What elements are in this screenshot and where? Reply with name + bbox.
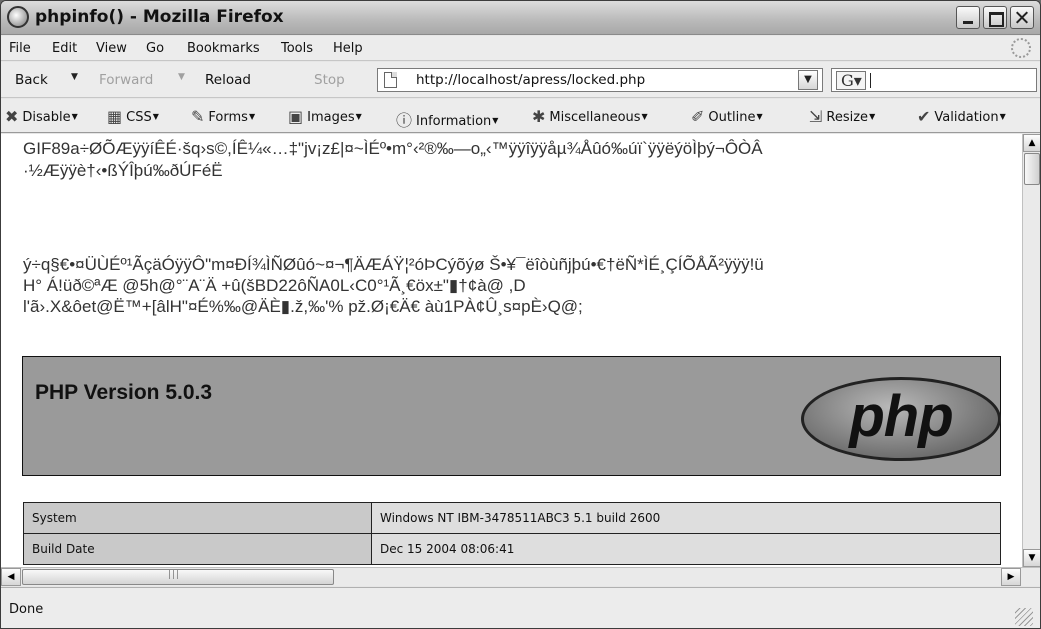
back-button[interactable]: Back — [15, 72, 48, 88]
table-key: Build Date — [23, 533, 372, 565]
reload-button[interactable]: Reload — [205, 72, 251, 88]
vertical-scrollbar[interactable]: ▲ ▼ — [1022, 134, 1040, 567]
forward-dropdown-icon[interactable]: ▼ — [178, 72, 185, 82]
images-icon: ▣ — [288, 107, 304, 126]
table-row: Build Date Dec 15 2004 08:06:41 — [23, 533, 1001, 565]
css-icon: ▦ — [107, 107, 123, 126]
table-key: System — [23, 502, 372, 534]
back-dropdown-icon[interactable]: ▼ — [71, 72, 78, 82]
text-cursor — [870, 73, 871, 88]
menu-view[interactable]: View — [96, 41, 127, 56]
devbar-validation-label: Validation — [934, 110, 999, 125]
page-icon — [384, 72, 397, 88]
php-logo: php — [801, 377, 1001, 461]
url-text: http://localhost/apress/locked.php — [416, 72, 646, 88]
binary-text-line: l'ã›.X&ôet@Ë™+[âlH"¤É%‰@ÄÈ▮.ž,‰'% pž.Ø¡€… — [23, 297, 583, 316]
chevron-down-icon: ▼ — [248, 112, 256, 121]
window-title: phpinfo() - Mozilla Firefox — [35, 7, 284, 27]
chevron-down-icon: ▼ — [152, 112, 159, 121]
minimize-button[interactable] — [956, 6, 980, 29]
page-content: GIF89a÷ØÕÆÿÿíÊÉ·šq›s©,ÍÊ¼«…‡"jv¡z£|¤~ÌÉº… — [1, 134, 1022, 567]
menu-edit[interactable]: Edit — [52, 41, 77, 56]
menu-file[interactable]: File — [9, 41, 31, 56]
chevron-down-icon: ▼ — [869, 112, 876, 121]
horizontal-scroll-thumb[interactable] — [22, 569, 334, 585]
devbar-miscellaneous-label: Miscellaneous — [549, 110, 641, 125]
miscellaneous-icon: ✱ — [532, 107, 546, 126]
chevron-down-icon: ▼ — [999, 112, 1006, 121]
devbar-miscellaneous[interactable]: ✱ Miscellaneous▼ — [532, 107, 648, 126]
devbar-forms[interactable]: ✎ Forms▼ — [191, 107, 255, 126]
table-value: Windows NT IBM-3478511ABC3 5.1 build 260… — [371, 502, 1001, 534]
devbar-images-label: Images — [307, 110, 355, 125]
devbar-images[interactable]: ▣ Images▼ — [288, 107, 362, 126]
resize-grip-icon[interactable] — [1015, 608, 1033, 626]
outline-icon: ✐ — [691, 107, 705, 126]
scroll-right-icon[interactable]: ▶ — [1001, 568, 1021, 586]
menu-bar: File Edit View Go Bookmarks Tools Help — [1, 36, 1040, 61]
devbar-css[interactable]: ▦ CSS▼ — [107, 107, 159, 126]
scroll-up-icon[interactable]: ▲ — [1023, 134, 1040, 152]
binary-text-line: H° Á!üð©ªÆ @5h@°¨A¨Ä +û(šBD22ôÑA0L‹C0°¹Ã… — [23, 276, 526, 295]
php-version-title: PHP Version 5.0.3 — [35, 381, 213, 404]
forms-icon: ✎ — [191, 107, 205, 126]
binary-text-line: ý÷q§€•¤ÜÙÉº¹ÃçäÓÿÿÔ"m¤ÐÍ¾ÌÑØûó~¤¬¶ÄÆÁŸ¦²… — [23, 255, 764, 274]
chevron-down-icon: ▼ — [355, 112, 362, 121]
devbar-outline[interactable]: ✐ Outline▼ — [691, 107, 763, 126]
binary-text-line: GIF89a÷ØÕÆÿÿíÊÉ·šq›s©,ÍÊ¼«…‡"jv¡z£|¤~ÌÉº… — [23, 139, 763, 158]
devbar-resize[interactable]: ⇲ Resize▼ — [809, 107, 875, 126]
navigation-toolbar: Back ▼ Forward ▼ Reload Stop http://loca… — [1, 62, 1040, 98]
status-text: Done — [9, 602, 44, 617]
menu-go[interactable]: Go — [146, 41, 164, 56]
devbar-validation[interactable]: ✔ Validation▼ — [917, 107, 1006, 126]
php-logo-text: php — [849, 384, 953, 449]
chevron-down-icon: ▼ — [641, 112, 648, 121]
devbar-resize-label: Resize — [826, 110, 869, 125]
firefox-icon — [7, 6, 29, 28]
search-field[interactable]: G▾ — [831, 68, 1037, 92]
menu-help[interactable]: Help — [333, 41, 363, 56]
devbar-css-label: CSS — [126, 110, 152, 125]
resize-icon: ⇲ — [809, 107, 823, 126]
information-icon: ⓘ — [396, 111, 413, 130]
table-row: System Windows NT IBM-3478511ABC3 5.1 bu… — [23, 502, 1001, 534]
validation-icon: ✔ — [917, 107, 931, 126]
horizontal-scrollbar[interactable]: ◀ ▶ — [1, 567, 1040, 586]
stop-button[interactable]: Stop — [314, 72, 345, 88]
forward-button[interactable]: Forward — [99, 72, 153, 88]
devbar-disable-label: Disable — [22, 110, 71, 125]
binary-text-line: ·½Æÿÿè†‹•ßÝÎþú‰ðÚFéË — [23, 161, 223, 180]
title-bar[interactable]: phpinfo() - Mozilla Firefox — [1, 1, 1040, 35]
x-icon: ✖ — [5, 107, 19, 126]
php-header-box: PHP Version 5.0.3 php — [22, 356, 1001, 476]
chevron-down-icon: ▼ — [492, 116, 499, 125]
devbar-information[interactable]: ⓘ Information▼ — [396, 107, 498, 131]
browser-window: phpinfo() - Mozilla Firefox File Edit Vi… — [0, 0, 1041, 629]
table-value: Dec 15 2004 08:06:41 — [371, 533, 1001, 565]
throbber-icon — [1011, 38, 1031, 58]
devbar-forms-label: Forms — [208, 110, 248, 125]
google-icon[interactable]: G▾ — [836, 71, 866, 90]
vertical-scroll-thumb[interactable] — [1024, 153, 1040, 185]
maximize-button[interactable] — [983, 6, 1007, 29]
menu-bookmarks[interactable]: Bookmarks — [187, 41, 260, 56]
url-dropdown-icon[interactable]: ▼ — [798, 70, 818, 90]
menu-tools[interactable]: Tools — [281, 41, 313, 56]
chevron-down-icon: ▼ — [756, 112, 763, 121]
scroll-down-icon[interactable]: ▼ — [1023, 549, 1040, 567]
chevron-down-icon: ▼ — [71, 112, 78, 121]
web-developer-toolbar: ✖ Disable▼ ▦ CSS▼ ✎ Forms▼ ▣ Images▼ ⓘ Inform… — [1, 99, 1040, 133]
devbar-disable[interactable]: ✖ Disable▼ — [5, 107, 78, 126]
status-bar: Done — [1, 587, 1040, 628]
php-info-table: System Windows NT IBM-3478511ABC3 5.1 bu… — [23, 502, 1001, 565]
devbar-outline-label: Outline — [708, 110, 756, 125]
scroll-left-icon[interactable]: ◀ — [1, 568, 21, 586]
url-field[interactable]: http://localhost/apress/locked.php — [377, 68, 823, 92]
devbar-information-label: Information — [416, 114, 492, 129]
close-button[interactable] — [1010, 6, 1034, 29]
